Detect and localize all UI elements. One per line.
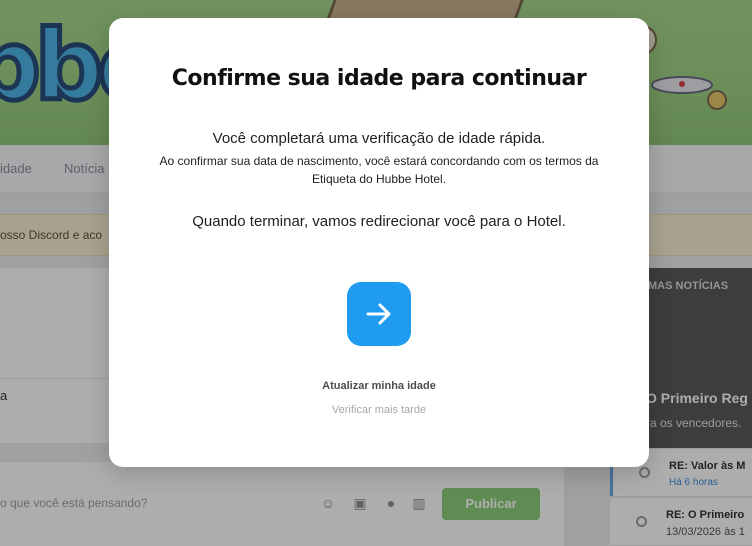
modal-redirect-text: Quando terminar, vamos redirecionar você…: [192, 213, 566, 230]
continue-button[interactable]: [347, 282, 411, 346]
arrow-right-icon: [366, 303, 391, 325]
modal-title: Confirme sua idade para continuar: [171, 66, 587, 91]
age-verification-modal: Confirme sua idade para continuar Você c…: [109, 18, 649, 467]
modal-lead-text: Você completará uma verificação de idade…: [212, 130, 546, 147]
modal-detail-text: Ao confirmar sua data de nascimento, voc…: [159, 154, 599, 186]
verify-later-link[interactable]: Verificar mais tarde: [109, 404, 649, 416]
update-age-link[interactable]: Atualizar minha idade: [109, 380, 649, 392]
